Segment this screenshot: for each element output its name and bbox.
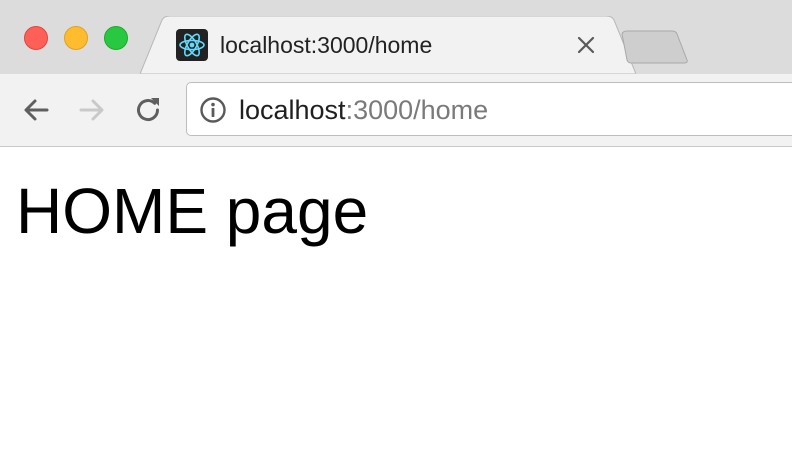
forward-arrow-icon[interactable] — [76, 94, 108, 126]
browser-toolbar: localhost:3000/home — [0, 74, 792, 147]
tab-title: localhost:3000/home — [220, 32, 433, 58]
react-atom-icon — [176, 29, 208, 61]
browser-window: localhost:3000/home localhost:3000/home … — [0, 0, 792, 462]
tab-strip: localhost:3000/home — [0, 0, 792, 75]
page-heading: HOME page — [16, 175, 369, 247]
address-bar[interactable]: localhost:3000/home — [186, 82, 792, 136]
address-url[interactable]: localhost:3000/home — [239, 95, 488, 125]
back-arrow-icon[interactable] — [20, 94, 52, 126]
new-tab-button[interactable] — [620, 30, 690, 66]
url-path: :3000/home — [345, 95, 489, 125]
url-host: localhost — [239, 95, 346, 125]
info-icon[interactable] — [199, 96, 227, 124]
tab-active[interactable]: localhost:3000/home — [170, 16, 610, 74]
reload-icon[interactable] — [132, 94, 164, 126]
window-maximize-button[interactable] — [104, 26, 128, 50]
tab-close-icon[interactable] — [574, 33, 598, 57]
window-minimize-button[interactable] — [64, 26, 88, 50]
window-close-button[interactable] — [24, 26, 48, 50]
page-viewport: HOME page — [0, 147, 792, 462]
